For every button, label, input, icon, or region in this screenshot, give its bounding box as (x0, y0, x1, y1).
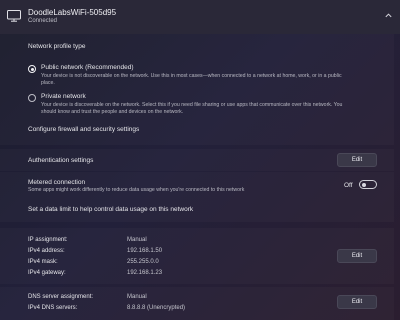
dns-assignment-key: DNS server assignment: (28, 294, 94, 300)
ip-assignment-value: Manual (127, 237, 147, 243)
connection-status: Connected (28, 18, 58, 24)
firewall-settings-link[interactable]: Configure firewall and security settings (28, 126, 139, 133)
data-limit-link[interactable]: Set a data limit to help control data us… (28, 206, 193, 213)
private-network-desc-2: should know and trust the people and dev… (41, 109, 184, 115)
ipv4-address-key: IPv4 address: (28, 248, 65, 254)
private-network-desc-1: Your device is discoverable on the netwo… (41, 102, 343, 108)
metered-toggle[interactable] (359, 180, 377, 189)
authentication-label: Authentication settings (28, 157, 94, 164)
section-title-profile: Network profile type (28, 43, 86, 50)
dns-settings-card (0, 287, 394, 320)
ip-edit-button[interactable]: Edit (337, 249, 377, 263)
metered-title: Metered connection (28, 179, 86, 186)
dns-assignment-value: Manual (127, 294, 147, 300)
ipv4-mask-key: IPv4 mask: (28, 259, 58, 265)
ipv4-dns-value: 8.8.8.8 (Unencrypted) (127, 305, 186, 311)
ipv4-mask-value: 255.255.0.0 (127, 259, 159, 265)
public-network-radio[interactable] (28, 65, 36, 73)
auth-edit-button[interactable]: Edit (337, 153, 377, 167)
private-network-radio[interactable] (28, 94, 36, 102)
network-header[interactable]: DoodleLabsWiFi-505d95 Connected (0, 0, 400, 34)
ip-assignment-key: IP assignment: (28, 237, 68, 243)
private-network-title: Private network (41, 93, 86, 100)
ipv4-gateway-value: 192.168.1.23 (127, 270, 163, 276)
monitor-network-icon (7, 10, 21, 22)
public-network-desc-1: Your device is not discoverable on the n… (41, 73, 342, 79)
ipv4-gateway-key: IPv4 gateway: (28, 270, 66, 276)
ipv4-dns-key: IPv4 DNS servers: (28, 305, 78, 311)
network-name: DoodleLabsWiFi-505d95 (28, 8, 117, 17)
ipv4-address-value: 192.168.1.50 (127, 248, 163, 254)
metered-state-label: Off (344, 182, 353, 189)
dns-edit-button[interactable]: Edit (337, 295, 377, 309)
public-network-desc-2: place. (41, 80, 55, 86)
toggle-knob (362, 182, 366, 187)
metered-desc: Some apps might work differently to redu… (28, 187, 245, 193)
chevron-up-icon[interactable] (384, 11, 393, 20)
public-network-title: Public network (Recommended) (41, 64, 134, 71)
